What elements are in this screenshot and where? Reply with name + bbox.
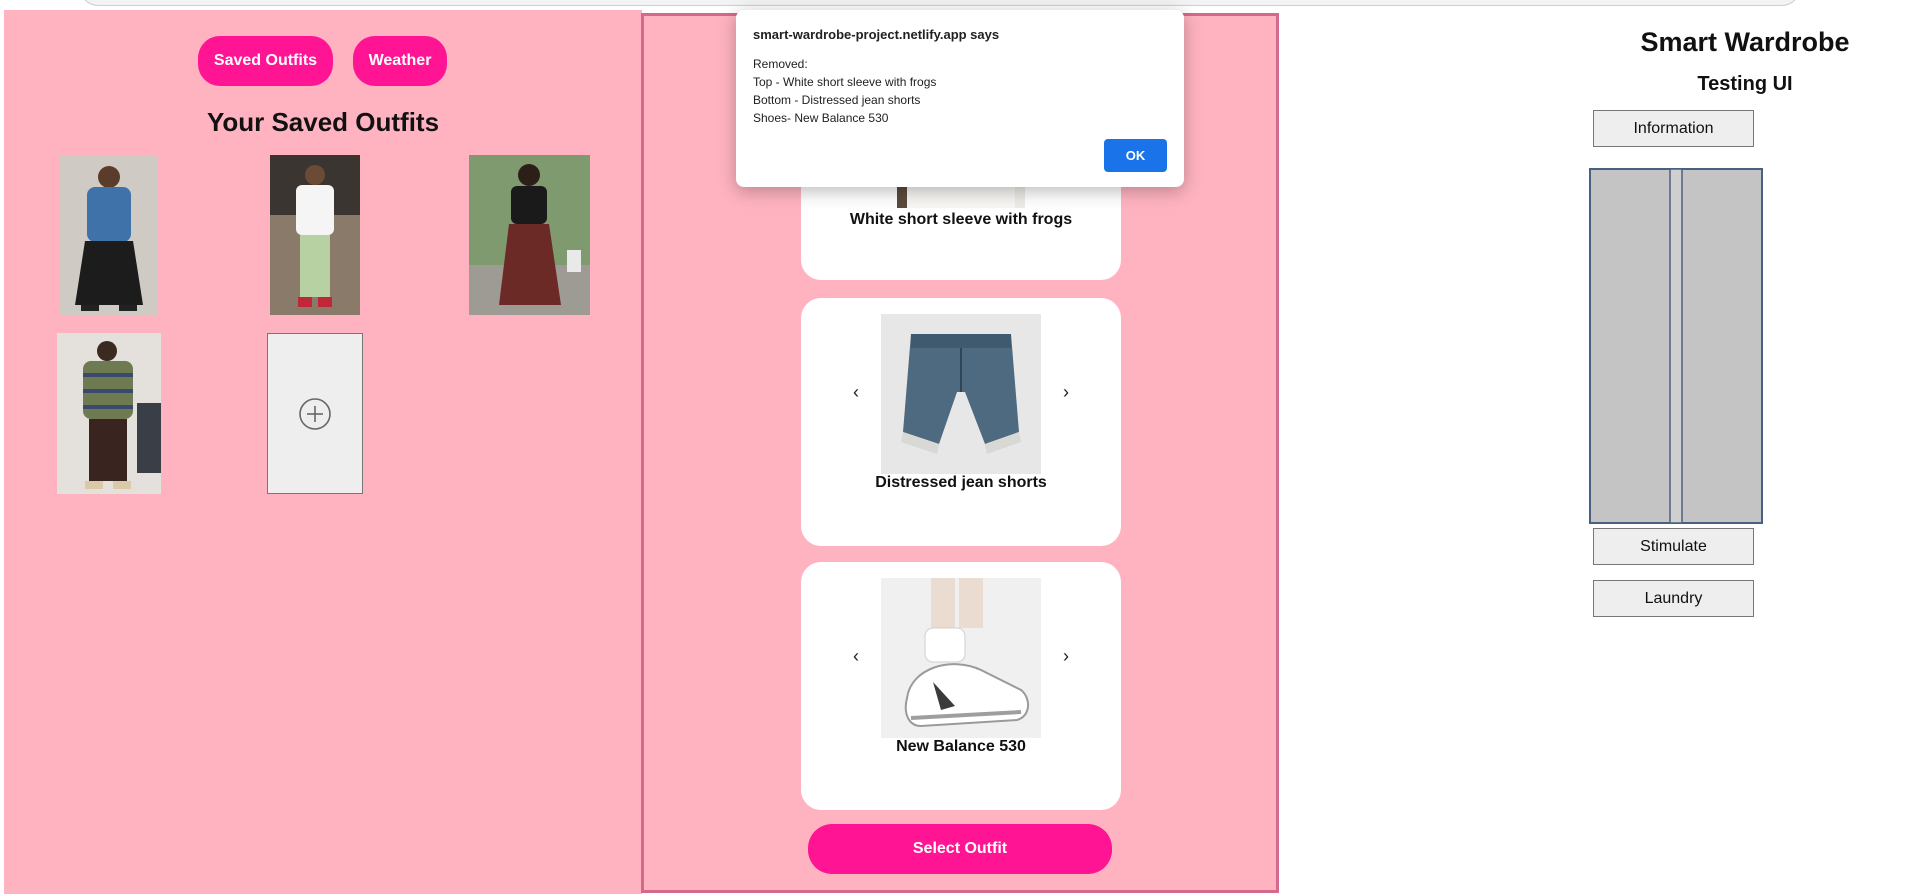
browser-toolbar-edge xyxy=(0,0,1919,10)
information-button[interactable]: Information xyxy=(1593,110,1754,147)
dialog-message: Removed: Top - White short sleeve with f… xyxy=(753,55,936,127)
dialog-ok-button[interactable]: OK xyxy=(1104,139,1167,172)
saved-outfit-thumbnail[interactable] xyxy=(270,155,360,315)
app-subtitle: Testing UI xyxy=(1697,73,1793,95)
dialog-line: Shoes- New Balance 530 xyxy=(753,111,889,125)
bottom-next-arrow[interactable]: › xyxy=(1056,380,1076,404)
saved-outfits-button[interactable]: Saved Outfits xyxy=(198,36,333,86)
shoes-prev-arrow[interactable]: ‹ xyxy=(846,644,866,668)
shoes-next-arrow[interactable]: › xyxy=(1056,644,1076,668)
address-bar[interactable] xyxy=(80,0,1800,6)
stimulate-button[interactable]: Stimulate xyxy=(1593,528,1754,565)
dialog-line: Bottom - Distressed jean shorts xyxy=(753,93,921,107)
bottom-item-card: ‹ › Distressed jean shorts xyxy=(801,298,1121,546)
saved-outfit-thumbnail[interactable] xyxy=(59,155,158,315)
dialog-line: Removed: xyxy=(753,57,808,71)
plus-circle-icon xyxy=(299,397,331,430)
shoes-item-card: ‹ › New Balance 530 xyxy=(801,562,1121,810)
bottom-item-image xyxy=(881,314,1041,474)
shoes-item-image xyxy=(881,578,1041,738)
laundry-button[interactable]: Laundry xyxy=(1593,580,1754,617)
saved-outfits-panel: Saved Outfits Weather Your Saved Outfits xyxy=(4,10,642,894)
app-title: Smart Wardrobe xyxy=(1640,27,1850,57)
bottom-prev-arrow[interactable]: ‹ xyxy=(846,380,866,404)
saved-outfit-thumbnail[interactable] xyxy=(469,155,590,315)
add-outfit-button[interactable] xyxy=(267,333,363,494)
dialog-origin: smart-wardrobe-project.netlify.app says xyxy=(753,27,1000,42)
saved-outfits-title: Your Saved Outfits xyxy=(206,107,440,137)
saved-outfit-thumbnail[interactable] xyxy=(57,333,161,494)
select-outfit-button[interactable]: Select Outfit xyxy=(808,824,1112,874)
weather-button[interactable]: Weather xyxy=(353,36,447,86)
bottom-item-label: Distressed jean shorts xyxy=(875,474,1047,491)
wardrobe-illustration xyxy=(1588,167,1764,527)
app-root: Saved Outfits Weather Your Saved Outfits xyxy=(0,0,1919,896)
smart-wardrobe-panel: Smart Wardrobe Testing UI Information St… xyxy=(1280,10,1919,894)
alert-dialog: smart-wardrobe-project.netlify.app says … xyxy=(736,10,1184,187)
top-item-label: White short sleeve with frogs xyxy=(849,211,1073,228)
shoes-item-label: New Balance 530 xyxy=(896,738,1026,755)
dialog-line: Top - White short sleeve with frogs xyxy=(753,75,937,89)
